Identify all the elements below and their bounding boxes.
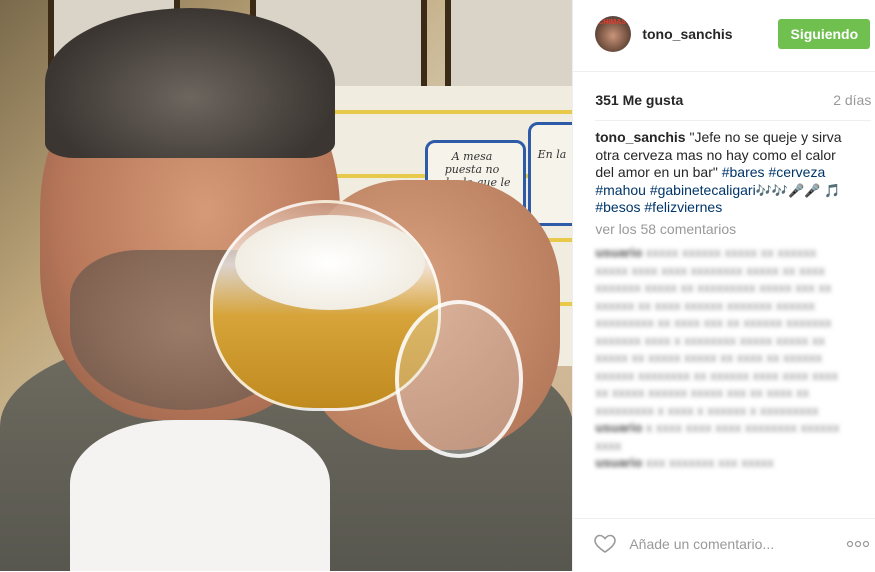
emoji-group-1: 🎶🎶🎤🎤 [755,182,821,198]
likes-row: 351 Me gusta 2 días [595,92,871,112]
tile-saying-2-text: En la [537,148,567,161]
comment-bar [573,518,875,572]
post-frame: A mesa puesta no sabe lo que le cuesta. … [0,0,875,571]
hashtag-felizviernes[interactable]: #felizviernes [644,199,722,215]
divider [595,120,872,121]
view-all-comments-link[interactable]: ver los 58 comentarios [595,221,736,237]
avatar-badge-text: CHIMAS [598,19,626,26]
more-dots-icon [847,540,870,548]
following-button[interactable]: Siguiendo [778,19,871,49]
hair [45,8,335,158]
emoji-group-2: 🎵 [824,182,841,198]
caption: tono_sanchis "Jefe no se queje y sirva o… [595,129,855,217]
wall-picture-3 [445,0,573,97]
heart-icon[interactable] [593,531,617,555]
hashtag-mahou[interactable]: #mahou [595,182,646,198]
post-photo[interactable]: A mesa puesta no sabe lo que le cuesta. … [0,0,573,571]
tile-saying-2 [528,122,573,226]
hashtag-cerveza[interactable]: #cerveza [768,164,825,180]
username-link[interactable]: tono_sanchis [642,26,732,42]
hashtag-gabinetecaligari[interactable]: #gabinetecaligari [650,182,756,198]
more-options-icon[interactable] [845,531,871,555]
tshirt [70,420,330,571]
avatar[interactable]: CHIMAS [595,16,632,52]
post-header: CHIMAS tono_sanchis Siguiendo [573,0,875,72]
post-side-panel: CHIMAS tono_sanchis Siguiendo 351 Me gus… [572,0,875,571]
comment-input[interactable] [627,531,817,557]
post-time[interactable]: 2 días [833,92,871,108]
glass-foot [395,300,523,458]
hashtag-besos[interactable]: #besos [595,199,640,215]
likes-count[interactable]: 351 Me gusta [595,92,683,108]
blurred-comments: usuario xxxxx xxxxxx xxxxx xx xxxxxx xxx… [595,245,840,470]
hashtag-bares[interactable]: #bares [722,164,765,180]
beer-foam [235,215,425,310]
caption-username[interactable]: tono_sanchis [595,129,685,145]
